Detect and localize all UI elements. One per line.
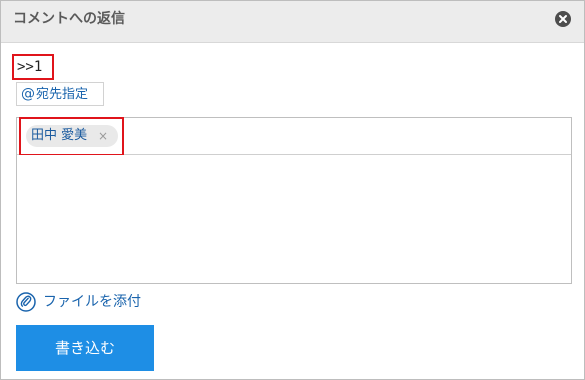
reply-dialog: コメントへの返信 >>1 @宛先指定 田中 愛美 × ファイルを添付 書き込む <box>0 0 585 380</box>
dialog-title: コメントへの返信 <box>13 11 125 27</box>
submit-button[interactable]: 書き込む <box>16 325 154 371</box>
recipient-chip: 田中 愛美 × <box>26 125 118 147</box>
remove-recipient-icon[interactable]: × <box>98 128 108 144</box>
attach-file-label: ファイルを添付 <box>43 294 141 310</box>
comment-editor: 田中 愛美 × <box>16 117 572 284</box>
close-icon[interactable] <box>555 11 571 27</box>
mention-button[interactable]: @宛先指定 <box>16 82 104 106</box>
mention-button-label: 宛先指定 <box>36 87 89 102</box>
recipient-row: 田中 愛美 × <box>17 117 571 156</box>
comment-text-area[interactable] <box>17 155 571 283</box>
reply-reference-highlight: >>1 <box>12 54 54 80</box>
paperclip-icon <box>16 292 36 312</box>
reply-reference: >>1 <box>17 59 43 75</box>
dialog-header: コメントへの返信 <box>1 1 584 43</box>
at-icon: @ <box>21 86 35 102</box>
recipient-name: 田中 愛美 <box>31 128 88 143</box>
